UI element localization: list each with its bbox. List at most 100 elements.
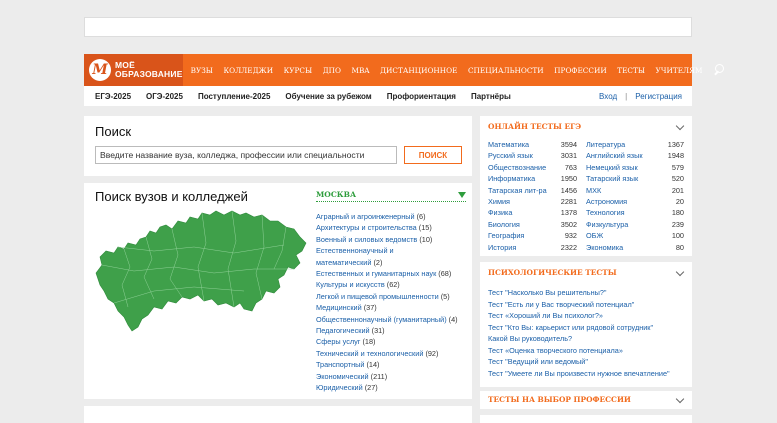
test-row: Обществознание 763 Немецкий язык 579 [488, 162, 684, 173]
ege-tests-grid: Математика 3594 Литература 1367 Русский язы… [488, 139, 684, 253]
test-link[interactable]: Математика [488, 139, 555, 150]
test-count: 520 [671, 174, 684, 184]
test-link[interactable]: Русский язык [488, 150, 555, 161]
test-link[interactable]: Немецкий язык [586, 162, 664, 173]
subnav-item-abroad[interactable]: Обучение за рубежом [285, 92, 371, 101]
test-count: 2281 [560, 197, 577, 207]
category-item[interactable]: Архитектуры и строительства (15) [316, 222, 468, 233]
test-link[interactable]: ОБЖ [586, 230, 664, 241]
nav-item-tests[interactable]: ТЕСТЫ [617, 66, 645, 75]
test-link[interactable]: Биология [488, 219, 555, 230]
test-count: 80 [675, 242, 684, 252]
psych-tests-list: Тест "Насколько Вы решительны?" Тест "Ес… [488, 287, 686, 379]
test-link[interactable]: Английский язык [586, 150, 664, 161]
test-link[interactable]: География [488, 230, 555, 241]
test-row: Русский язык 3031 Английский язык 1948 [488, 150, 684, 161]
chevron-down-icon[interactable] [675, 394, 685, 404]
auth-separator: | [625, 91, 628, 101]
category-item[interactable]: Юридический (27) [316, 382, 468, 393]
psych-tests-title: ПСИХОЛОГИЧЕСКИЕ ТЕСТЫ [488, 268, 617, 277]
test-link[interactable]: Татарский язык [586, 173, 664, 184]
psych-test-link[interactable]: Тест "Ведущий или ведомый" [488, 356, 686, 368]
test-link[interactable]: МХК [586, 185, 664, 196]
triangle-down-icon [458, 191, 466, 198]
psych-test-link[interactable]: Тест «Оценка творческого потенциала» [488, 345, 686, 357]
category-item[interactable]: Экономический (211) [316, 371, 468, 382]
test-link[interactable]: Астрономия [586, 196, 664, 207]
login-link[interactable]: Вход [599, 92, 617, 101]
main-navbar: M МОЁ ОБРАЗОВАНИЕ ВУЗЫ КОЛЛЕДЖИ КУРСЫ ДП… [84, 54, 724, 86]
test-count: 2322 [560, 242, 577, 252]
category-item[interactable]: Естественных и гуманитарных наук (68) [316, 268, 468, 279]
city-select[interactable]: МОСКВА [316, 188, 466, 202]
category-item[interactable]: Сферы услуг (18) [316, 336, 468, 347]
test-link[interactable]: Экономика [586, 242, 664, 253]
nav-item-mba[interactable]: MBA [351, 66, 369, 75]
profession-tests-header: ТЕСТЫ НА ВЫБОР ПРОФЕССИИ [488, 394, 685, 407]
search-panel: Поиск Введите название вуза, колледжа, п… [84, 116, 472, 176]
register-link[interactable]: Регистрация [635, 92, 682, 101]
test-count: 3502 [560, 219, 577, 229]
category-item[interactable]: Технический и технологический (92) [316, 348, 468, 359]
subnav-item-partners[interactable]: Партнёры [471, 92, 511, 101]
category-item[interactable]: математический (2) [316, 257, 468, 268]
psych-test-link[interactable]: Тест "Насколько Вы решительны?" [488, 287, 686, 299]
chevron-down-icon[interactable] [675, 121, 685, 131]
psych-test-link[interactable]: Тест "Кто Вы: карьерист или рядовой сотр… [488, 322, 686, 334]
category-item[interactable]: Легкой и пищевой промышленности (5) [316, 291, 468, 302]
chevron-down-icon[interactable] [675, 267, 685, 277]
search-button[interactable]: ПОИСК [404, 146, 462, 164]
test-count: 201 [671, 185, 684, 195]
test-row: География 932 ОБЖ 100 [488, 230, 684, 241]
category-item[interactable]: Естественнонаучный и [316, 245, 468, 256]
test-count: 1456 [560, 185, 577, 195]
nav-item-teachers[interactable]: УЧИТЕЛЯМ [656, 66, 703, 75]
test-link[interactable]: Физика [488, 207, 555, 218]
category-item[interactable]: Педагогический (31) [316, 325, 468, 336]
nav-item-distance[interactable]: ДИСТАНЦИОННОЕ [380, 66, 457, 75]
logo-text: МОЁ ОБРАЗОВАНИЕ [115, 60, 183, 79]
category-item[interactable]: Военный и силовых ведомств (10) [316, 234, 468, 245]
subnav-item-ege[interactable]: ЕГЭ-2025 [95, 92, 131, 101]
nav-item-vuzy[interactable]: ВУЗЫ [191, 66, 213, 75]
category-item[interactable]: Транспортный (14) [316, 359, 468, 370]
ege-tests-panel: ОНЛАЙН ТЕСТЫ ЕГЭ Математика 3594 Литератур… [480, 116, 692, 256]
nav-item-colleges[interactable]: КОЛЛЕДЖИ [223, 66, 273, 75]
category-item[interactable]: Культуры и искусств (62) [316, 279, 468, 290]
category-item[interactable]: Аграрный и агроинженерный (6) [316, 211, 468, 222]
nav-item-professions[interactable]: ПРОФЕССИИ [554, 66, 607, 75]
ege-tests-title: ОНЛАЙН ТЕСТЫ ЕГЭ [488, 122, 582, 131]
test-link[interactable]: История [488, 242, 555, 253]
category-item[interactable]: Общественнонаучный (гуманитарный) (4) [316, 314, 468, 325]
test-link[interactable]: Химия [488, 196, 555, 207]
subnav-item-oge[interactable]: ОГЭ-2025 [146, 92, 183, 101]
psych-test-link[interactable]: Тест "Есть ли у Вас творческий потенциал… [488, 299, 686, 311]
subnav-item-admission[interactable]: Поступление-2025 [198, 92, 270, 101]
bottom-left-panel [84, 406, 472, 423]
psych-test-link[interactable]: Тест «Хороший ли Вы психолог?» [488, 310, 686, 322]
nav-item-courses[interactable]: КУРСЫ [284, 66, 313, 75]
nav-item-dpo[interactable]: ДПО [323, 66, 341, 75]
psych-test-link[interactable]: Тест "Умеете ли Вы произвести нужное впе… [488, 368, 686, 380]
test-row: Биология 3502 Физкультура 239 [488, 219, 684, 230]
test-count: 1948 [667, 151, 684, 161]
psych-test-link[interactable]: Какой Вы руководитель? [488, 333, 686, 345]
test-link[interactable]: Литература [586, 139, 664, 150]
test-link[interactable]: Татарская лит-ра [488, 185, 555, 196]
logo-mark-icon: M [89, 59, 111, 81]
test-row: История 2322 Экономика 80 [488, 242, 684, 253]
nav-item-specialties[interactable]: СПЕЦИАЛЬНОСТИ [468, 66, 544, 75]
category-item[interactable]: Медицинский (37) [316, 302, 468, 313]
russia-map[interactable] [94, 207, 308, 337]
test-count: 1378 [560, 208, 577, 218]
test-count: 763 [564, 162, 577, 172]
test-link[interactable]: Технология [586, 207, 664, 218]
search-input[interactable]: Введите название вуза, колледжа, професс… [95, 146, 397, 164]
test-link[interactable]: Обществознание [488, 162, 555, 173]
test-link[interactable]: Физкультура [586, 219, 664, 230]
site-logo[interactable]: M МОЁ ОБРАЗОВАНИЕ [84, 54, 183, 86]
test-link[interactable]: Информатика [488, 173, 555, 184]
uni-search-title: Поиск вузов и колледжей [95, 189, 248, 204]
subnav-item-career[interactable]: Профориентация [387, 92, 456, 101]
test-count: 20 [675, 197, 684, 207]
